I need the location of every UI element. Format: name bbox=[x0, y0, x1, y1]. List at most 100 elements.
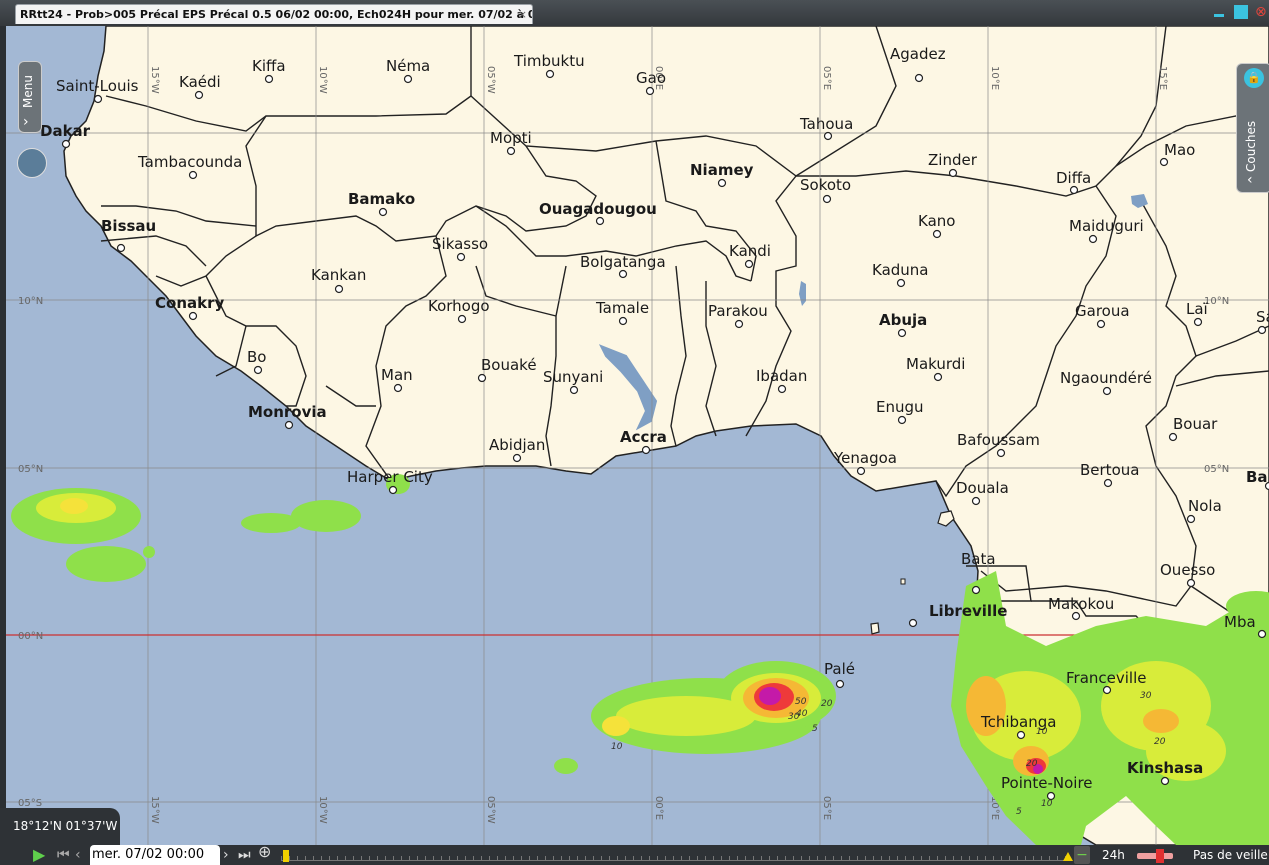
minimize-icon[interactable] bbox=[1212, 5, 1226, 19]
city-marker[interactable] bbox=[393, 383, 403, 393]
city-marker[interactable] bbox=[545, 69, 555, 79]
city-marker[interactable] bbox=[1102, 685, 1112, 695]
layers-button[interactable]: 🔒 Couches ‹ bbox=[1236, 63, 1269, 193]
city-marker[interactable] bbox=[856, 466, 866, 476]
city-marker[interactable] bbox=[897, 328, 907, 338]
city-marker[interactable] bbox=[512, 453, 522, 463]
city-marker[interactable] bbox=[734, 319, 744, 329]
city-marker[interactable] bbox=[932, 229, 942, 239]
lon-label: 15°E bbox=[1157, 66, 1168, 90]
lon-label: 05°W bbox=[485, 796, 496, 824]
city-marker[interactable] bbox=[403, 74, 413, 84]
city-marker[interactable] bbox=[822, 194, 832, 204]
city-marker[interactable] bbox=[264, 74, 274, 84]
city-marker[interactable] bbox=[1257, 325, 1267, 335]
city-marker[interactable] bbox=[914, 73, 924, 83]
city-marker[interactable] bbox=[1160, 776, 1170, 786]
city-marker[interactable] bbox=[1016, 730, 1026, 740]
skip-last-icon[interactable]: ⏭ bbox=[238, 846, 251, 864]
city-marker[interactable] bbox=[618, 269, 628, 279]
city-label: Kano bbox=[918, 212, 955, 230]
tab-close-icon[interactable]: × bbox=[518, 5, 527, 24]
lock-icon[interactable]: 🔒 bbox=[1244, 68, 1264, 88]
city-marker[interactable] bbox=[641, 445, 651, 455]
city-marker[interactable] bbox=[1088, 234, 1098, 244]
city-label: Palé bbox=[824, 660, 855, 678]
city-marker[interactable] bbox=[835, 679, 845, 689]
skip-first-icon[interactable]: ⏮ bbox=[57, 846, 70, 864]
city-marker[interactable] bbox=[569, 385, 579, 395]
city-marker[interactable] bbox=[194, 90, 204, 100]
city-marker[interactable] bbox=[777, 384, 787, 394]
city-marker[interactable] bbox=[188, 311, 198, 321]
map-view[interactable]: 15°W 10°W 05°W 00°E 05°E 10°E 15°E 15°W … bbox=[6, 26, 1269, 845]
speed-knob[interactable] bbox=[1156, 849, 1164, 863]
timeline-end-marker[interactable] bbox=[1063, 852, 1073, 861]
city-marker[interactable] bbox=[116, 243, 126, 253]
city-marker[interactable] bbox=[378, 207, 388, 217]
city-marker[interactable] bbox=[933, 372, 943, 382]
city-marker[interactable] bbox=[996, 448, 1006, 458]
city-marker[interactable] bbox=[717, 178, 727, 188]
time-step-label[interactable]: 24h bbox=[1102, 845, 1125, 865]
speed-slider[interactable] bbox=[1137, 853, 1173, 859]
menu-button[interactable]: Menu › bbox=[18, 61, 42, 133]
city-marker[interactable] bbox=[1102, 386, 1112, 396]
maximize-icon[interactable] bbox=[1234, 5, 1248, 19]
city-marker[interactable] bbox=[823, 131, 833, 141]
contour-label: 20 bbox=[1026, 759, 1038, 769]
city-marker[interactable] bbox=[1257, 629, 1267, 639]
city-marker[interactable] bbox=[897, 415, 907, 425]
city-label: Korhogo bbox=[428, 297, 490, 315]
city-label: Kaduna bbox=[872, 261, 929, 279]
city-marker[interactable] bbox=[971, 585, 981, 595]
city-marker[interactable] bbox=[1159, 157, 1169, 167]
city-marker[interactable] bbox=[506, 146, 516, 156]
city-marker[interactable] bbox=[1168, 432, 1178, 442]
tab-active[interactable]: RRtt24 - Prob>005 Précal EPS Précal 0.5 … bbox=[15, 4, 533, 24]
city-marker[interactable] bbox=[948, 168, 958, 178]
city-marker[interactable] bbox=[744, 259, 754, 269]
city-marker[interactable] bbox=[188, 170, 198, 180]
city-marker[interactable] bbox=[1193, 317, 1203, 327]
current-date-field[interactable]: mer. 07/02 00:00 bbox=[90, 845, 220, 865]
city-label: Agadez bbox=[890, 45, 946, 63]
step-forward-icon[interactable]: › bbox=[223, 846, 229, 864]
mode-label[interactable]: Pas de veille bbox=[1193, 845, 1268, 865]
city-marker[interactable] bbox=[477, 373, 487, 383]
city-marker[interactable] bbox=[908, 618, 918, 628]
city-marker[interactable] bbox=[971, 496, 981, 506]
contour-label: 10 bbox=[1041, 799, 1053, 809]
city-marker[interactable] bbox=[1103, 478, 1113, 488]
city-marker[interactable] bbox=[1186, 514, 1196, 524]
city-marker[interactable] bbox=[284, 420, 294, 430]
city-marker[interactable] bbox=[618, 316, 628, 326]
city-label: Franceville bbox=[1066, 669, 1147, 687]
city-marker[interactable] bbox=[1096, 319, 1106, 329]
step-back-icon[interactable]: ‹ bbox=[75, 846, 81, 864]
city-marker[interactable] bbox=[334, 284, 344, 294]
close-icon[interactable]: ⊗ bbox=[1255, 5, 1269, 19]
city-marker[interactable] bbox=[896, 278, 906, 288]
city-label: Makurdi bbox=[906, 355, 965, 373]
island-bioko bbox=[937, 510, 955, 527]
city-marker[interactable] bbox=[93, 94, 103, 104]
timeline-slider[interactable] bbox=[281, 850, 1071, 861]
minus-icon[interactable]: − bbox=[1074, 846, 1090, 864]
city-marker[interactable] bbox=[1186, 578, 1196, 588]
city-marker[interactable] bbox=[595, 216, 605, 226]
city-marker[interactable] bbox=[1046, 791, 1056, 801]
city-marker[interactable] bbox=[1071, 611, 1081, 621]
city-marker[interactable] bbox=[61, 139, 71, 149]
city-marker[interactable] bbox=[388, 485, 398, 495]
city-marker[interactable] bbox=[457, 314, 467, 324]
timeline-start-marker[interactable] bbox=[283, 850, 289, 862]
zoom-icon[interactable]: ⊕ bbox=[258, 843, 271, 861]
city-marker[interactable] bbox=[1069, 185, 1079, 195]
play-icon[interactable]: ▶ bbox=[33, 846, 45, 864]
city-marker[interactable] bbox=[645, 86, 655, 96]
city-marker[interactable] bbox=[456, 252, 466, 262]
city-marker[interactable] bbox=[253, 365, 263, 375]
lat-label: 10°N bbox=[18, 296, 43, 307]
pan-control-icon[interactable] bbox=[17, 148, 47, 178]
